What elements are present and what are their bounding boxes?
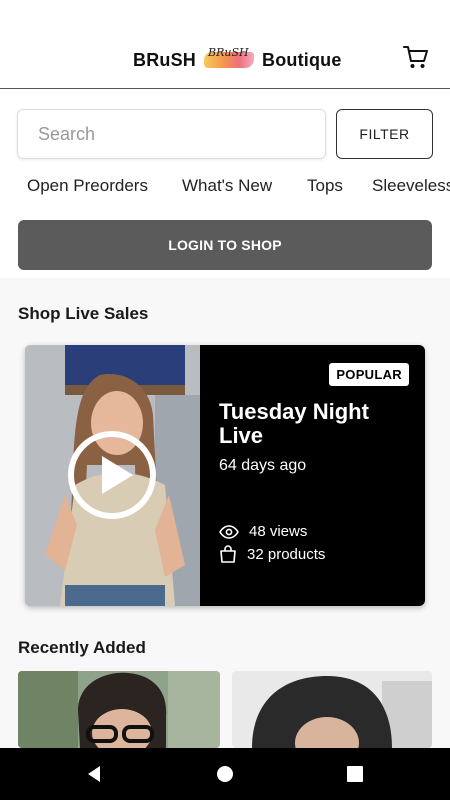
live-sales-heading: Shop Live Sales xyxy=(18,304,149,323)
main-content: Shop Live Sales POPULAR Tuesday Night Li… xyxy=(0,278,450,748)
recently-added-heading: Recently Added xyxy=(18,638,146,657)
shopping-cart-icon[interactable] xyxy=(402,43,430,71)
system-navigation-bar xyxy=(0,748,450,800)
product-thumbnail[interactable] xyxy=(18,671,220,748)
app-header: BRuSH BRuSH Boutique xyxy=(0,0,450,89)
category-tops[interactable]: Tops xyxy=(307,176,343,196)
search-input[interactable]: Search xyxy=(17,109,326,159)
product-thumbnail[interactable] xyxy=(232,671,432,748)
category-open-preorders[interactable]: Open Preorders xyxy=(27,176,148,196)
category-sleeveless[interactable]: Sleeveless xyxy=(372,176,450,196)
live-sale-date: 64 days ago xyxy=(219,457,307,474)
live-sale-title: Tuesday Night Live xyxy=(219,399,369,448)
brand-logo-word: BRuSH xyxy=(208,46,249,59)
brand-name-right: Boutique xyxy=(262,49,342,70)
play-icon[interactable] xyxy=(67,430,157,520)
category-tabs: Open Preorders What's New Tops Sleeveles… xyxy=(0,176,450,202)
shopping-bag-icon xyxy=(220,545,236,563)
recents-icon[interactable] xyxy=(343,762,367,786)
filter-button[interactable]: FILTER xyxy=(336,109,433,159)
login-to-shop-button[interactable]: LOGIN TO SHOP xyxy=(18,220,432,270)
back-icon[interactable] xyxy=(82,762,106,786)
views-count: 48 views xyxy=(249,523,308,540)
brand-logo[interactable]: BRuSH BRuSH Boutique xyxy=(133,44,342,76)
live-sale-card[interactable]: POPULAR Tuesday Night Live 64 days ago 4… xyxy=(25,345,425,606)
views-stat: 48 views xyxy=(219,523,307,540)
products-stat: 32 products xyxy=(219,545,325,563)
category-whats-new[interactable]: What's New xyxy=(182,176,272,196)
products-count: 32 products xyxy=(247,545,326,563)
popular-badge: POPULAR xyxy=(329,363,409,386)
product-image xyxy=(18,671,220,748)
search-placeholder: Search xyxy=(38,123,96,144)
brand-swash-logo: BRuSH xyxy=(204,46,254,74)
product-image xyxy=(232,671,432,748)
brand-name-left: BRuSH xyxy=(133,49,196,70)
eye-icon xyxy=(219,524,239,539)
live-sale-thumbnail[interactable] xyxy=(25,345,200,606)
home-icon[interactable] xyxy=(213,762,237,786)
